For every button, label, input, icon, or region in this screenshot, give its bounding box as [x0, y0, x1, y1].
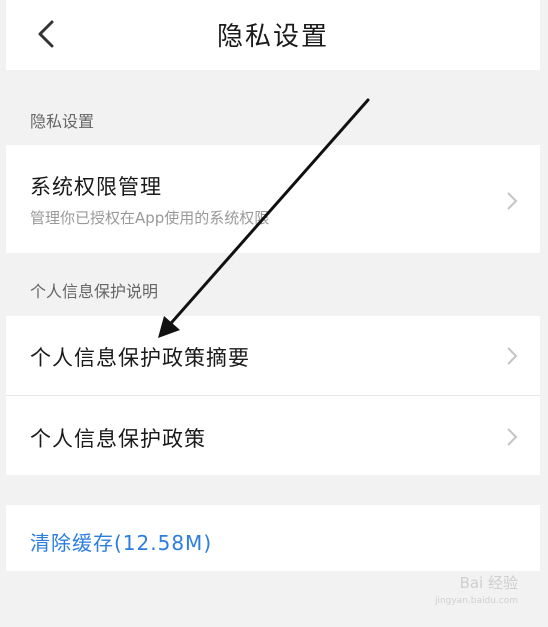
policy-summary-row[interactable]: 个人信息保护政策摘要: [6, 316, 540, 395]
baidu-jingyan-watermark: Bai 经验: [459, 574, 518, 592]
top-bar: 隐私设置: [6, 0, 540, 70]
page-title: 隐私设置: [216, 22, 329, 52]
policy-row[interactable]: 个人信息保护政策: [6, 396, 540, 475]
chevron-right-icon: [507, 192, 518, 210]
watermark-url: jingyan.baidu.com: [434, 596, 518, 606]
system-permissions-row[interactable]: 系统权限管理 管理你已授权在App使用的系统权限: [6, 145, 540, 253]
chevron-right-icon: [507, 347, 518, 365]
chevron-right-icon: [507, 428, 518, 446]
section-label-personal-info: 个人信息保护说明: [30, 282, 159, 301]
section-label-privacy: 隐私设置: [30, 112, 95, 131]
policy-title: 个人信息保护政策: [30, 427, 206, 451]
clear-cache-row[interactable]: 清除缓存(12.58M): [6, 505, 540, 571]
policy-summary-title: 个人信息保护政策摘要: [30, 346, 250, 370]
clear-cache-button[interactable]: 清除缓存(12.58M): [30, 527, 212, 556]
system-permissions-subtitle: 管理你已授权在App使用的系统权限: [30, 209, 270, 227]
system-permissions-title: 系统权限管理: [30, 175, 162, 199]
